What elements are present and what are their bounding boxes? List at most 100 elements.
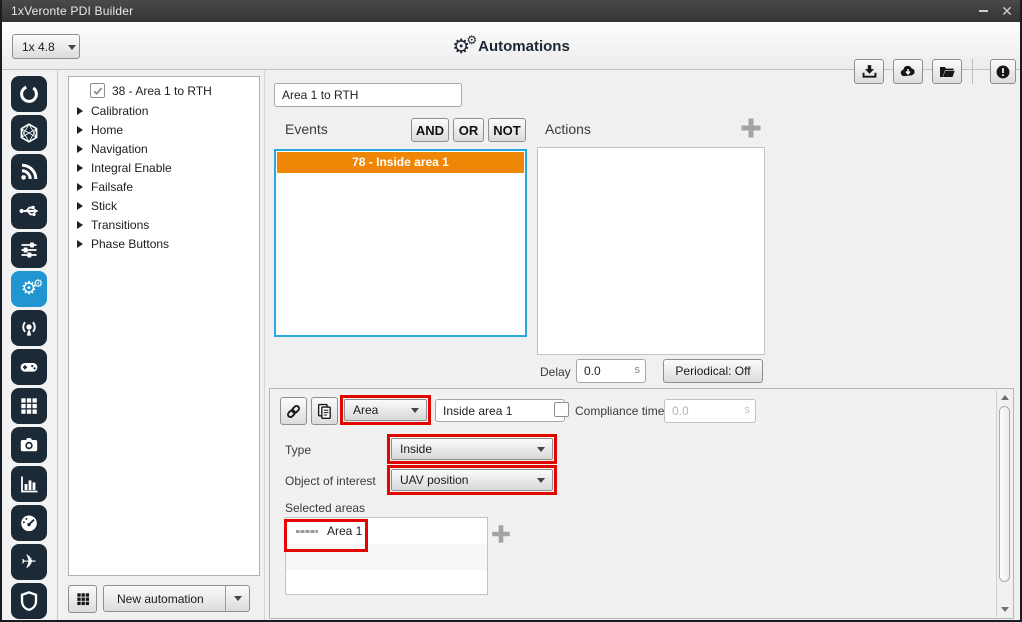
events-list[interactable]: 78 - Inside area 1 (274, 149, 527, 337)
delay-input[interactable] (576, 359, 646, 383)
ring-icon (17, 82, 41, 106)
upload-cloud-button[interactable] (893, 59, 923, 84)
delay-input-wrap: s (576, 359, 646, 383)
sidebar-item-podcast[interactable] (11, 310, 47, 346)
copy-event-button[interactable] (311, 397, 338, 425)
usb-icon (17, 199, 41, 223)
info-button[interactable] (990, 59, 1016, 84)
new-automation-arrow[interactable] (225, 586, 249, 611)
or-button[interactable]: OR (453, 118, 484, 142)
event-kind-dropdown[interactable]: Area (344, 399, 427, 421)
tree-root-item[interactable]: 38 - Area 1 to RTH (69, 81, 212, 100)
sidebar-item-automations[interactable]: ⚙⚙ (11, 271, 47, 307)
open-file-button[interactable] (932, 59, 962, 84)
tree-item-calibration[interactable]: Calibration (69, 101, 148, 120)
tree-item-stick[interactable]: Stick (69, 196, 117, 215)
app-window: 1xVeronte PDI Builder ✕ 1x 4.8 ⚙⚙ Automa… (0, 0, 1022, 622)
expander-icon (77, 183, 83, 191)
compliance-input-wrap: s (664, 399, 756, 423)
tree-item-phase-buttons[interactable]: Phase Buttons (69, 234, 169, 253)
tree-item-navigation[interactable]: Navigation (69, 139, 148, 158)
compliance-checkbox[interactable] (554, 402, 569, 417)
plane-icon: ✈ (21, 553, 37, 572)
tree-item-integral-enable[interactable]: Integral Enable (69, 158, 172, 177)
sidebar-item-grid[interactable] (11, 388, 47, 424)
object-dropdown[interactable]: UAV position (391, 469, 553, 491)
shield-icon (17, 589, 41, 613)
scroll-up-button[interactable] (997, 390, 1012, 405)
sidebar: ⚙⚙ (2, 70, 58, 620)
sidebar-item-mesh-globe[interactable] (11, 115, 47, 151)
sidebar-item-telemetry[interactable] (11, 154, 47, 190)
scroll-thumb[interactable] (999, 406, 1010, 582)
cloud-download-icon (898, 62, 918, 82)
podcast-icon (17, 316, 41, 340)
sidebar-item-stick[interactable] (11, 349, 47, 385)
bar-chart-icon (17, 472, 41, 496)
download-icon (860, 62, 879, 81)
area-item-label: Area 1 (327, 524, 362, 538)
grid-view-button[interactable] (68, 585, 97, 613)
panel-splitter[interactable] (264, 70, 265, 620)
check-icon (92, 85, 104, 97)
version-dropdown[interactable]: 1x 4.8 (12, 34, 80, 59)
automation-name-input[interactable] (274, 83, 462, 107)
event-name-input[interactable] (435, 399, 565, 422)
caret-down-icon (537, 447, 545, 452)
events-label: Events (285, 121, 328, 137)
tree-item-failsafe[interactable]: Failsafe (69, 177, 133, 196)
expander-icon (77, 145, 83, 153)
sidebar-item-plane[interactable]: ✈ (11, 544, 47, 580)
config-scrollbar[interactable] (996, 390, 1012, 617)
sidebar-item-sliders[interactable] (11, 232, 47, 268)
open-folder-icon (937, 62, 957, 82)
actions-label: Actions (545, 121, 591, 137)
type-label: Type (285, 443, 311, 457)
new-automation-button[interactable]: New automation (103, 585, 250, 612)
tree-item-label: Phase Buttons (91, 237, 169, 251)
camera-icon (17, 433, 41, 457)
minimize-button[interactable] (976, 3, 990, 19)
expander-icon (77, 240, 83, 248)
tree-item-home[interactable]: Home (69, 120, 123, 139)
not-button[interactable]: NOT (488, 118, 526, 142)
window-title: 1xVeronte PDI Builder (2, 4, 133, 18)
tree-item-label: Calibration (91, 104, 148, 118)
automation-tree: 38 - Area 1 to RTH Calibration Home Navi… (68, 76, 260, 576)
toolbar: 1x 4.8 ⚙⚙ Automations (2, 22, 1020, 70)
compliance-input[interactable] (664, 399, 756, 423)
actions-list[interactable] (537, 147, 765, 355)
version-label: 1x 4.8 (22, 40, 55, 54)
sidebar-item-shield[interactable] (11, 583, 47, 619)
titlebar: 1xVeronte PDI Builder ✕ (2, 0, 1020, 22)
selected-areas-list[interactable]: Area 1 (285, 517, 488, 595)
object-of-interest-label: Object of interest (285, 474, 376, 488)
mesh-globe-icon (17, 121, 41, 145)
tree-item-transitions[interactable]: Transitions (69, 215, 149, 234)
scroll-down-button[interactable] (997, 602, 1012, 617)
caret-down-icon (537, 478, 545, 483)
caret-down-icon (68, 45, 76, 50)
periodical-button[interactable]: Periodical: Off (663, 359, 763, 383)
link-event-button[interactable] (280, 397, 307, 425)
chevron-up-icon (1001, 395, 1009, 400)
minimize-icon (979, 10, 988, 12)
sidebar-item-gauge[interactable] (11, 505, 47, 541)
and-button[interactable]: AND (411, 118, 449, 142)
sidebar-item-camera[interactable] (11, 427, 47, 463)
sliders-icon (17, 238, 41, 262)
sidebar-item-usb[interactable] (11, 193, 47, 229)
sidebar-item-hil[interactable] (11, 466, 47, 502)
automation-enabled-checkbox[interactable] (90, 83, 105, 98)
type-dropdown[interactable]: Inside (391, 438, 553, 460)
add-area-button[interactable] (489, 522, 513, 551)
event-item-selected[interactable]: 78 - Inside area 1 (277, 152, 524, 173)
close-button[interactable]: ✕ (1000, 3, 1014, 19)
tree-item-label: Integral Enable (91, 161, 172, 175)
area-item[interactable]: Area 1 (286, 518, 487, 544)
grid-small-icon (75, 591, 91, 607)
add-action-button[interactable] (738, 115, 764, 146)
delay-label: Delay (540, 365, 571, 379)
sidebar-item-ring[interactable] (11, 76, 47, 112)
download-pdi-button[interactable] (854, 59, 884, 84)
